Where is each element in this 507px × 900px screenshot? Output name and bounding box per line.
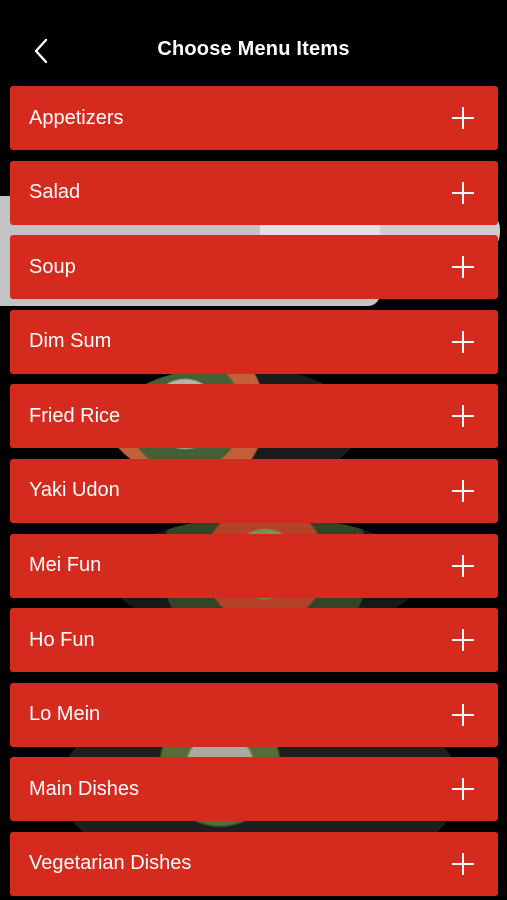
plus-icon[interactable]	[452, 479, 474, 502]
menu-item-label: Main Dishes	[29, 777, 140, 800]
plus-icon[interactable]	[452, 703, 474, 726]
menu-item-label: Soup	[29, 255, 76, 278]
plus-icon[interactable]	[452, 256, 474, 279]
menu-item-label: Yaki Udon	[29, 479, 120, 502]
page-title: Choose Menu Items	[157, 38, 350, 60]
plus-icon[interactable]	[452, 181, 474, 204]
menu-item-lo-mein[interactable]: Lo Mein	[10, 682, 498, 747]
menu-item-dim-sum[interactable]: Dim Sum	[10, 309, 498, 374]
menu-item-salad[interactable]: Salad	[10, 160, 498, 225]
menu-item-soup[interactable]: Soup	[10, 235, 498, 300]
menu-item-label: Lo Mein	[29, 703, 101, 726]
menu-item-label: Appetizers	[29, 106, 124, 129]
menu-category-list: Appetizers Salad Soup Dim Sum Fried Rice…	[10, 86, 498, 900]
menu-item-label: Ho Fun	[29, 628, 95, 651]
menu-item-fried-rice[interactable]: Fried Rice	[10, 384, 498, 449]
menu-item-label: Salad	[29, 181, 81, 204]
plus-icon[interactable]	[452, 629, 474, 652]
menu-item-yaki-udon[interactable]: Yaki Udon	[10, 458, 498, 523]
menu-screen: Choose Menu Items Appetizers Salad Soup …	[0, 0, 507, 900]
menu-item-appetizers[interactable]: Appetizers	[10, 86, 498, 150]
nav-header: Choose Menu Items	[0, 0, 507, 86]
menu-item-label: Mei Fun	[29, 554, 102, 577]
plus-icon[interactable]	[452, 405, 474, 428]
plus-icon[interactable]	[452, 554, 474, 577]
menu-item-main-dishes[interactable]: Main Dishes	[10, 757, 498, 822]
menu-item-label: Dim Sum	[29, 330, 112, 353]
plus-icon[interactable]	[452, 852, 474, 875]
menu-item-label: Fried Rice	[29, 404, 121, 427]
plus-icon[interactable]	[452, 107, 474, 129]
menu-item-vegetarian-dishes[interactable]: Vegetarian Dishes	[10, 831, 498, 896]
menu-item-mei-fun[interactable]: Mei Fun	[10, 533, 498, 598]
plus-icon[interactable]	[452, 330, 474, 353]
menu-item-ho-fun[interactable]: Ho Fun	[10, 608, 498, 673]
plus-icon[interactable]	[452, 778, 474, 801]
menu-item-label: Vegetarian Dishes	[29, 852, 192, 875]
